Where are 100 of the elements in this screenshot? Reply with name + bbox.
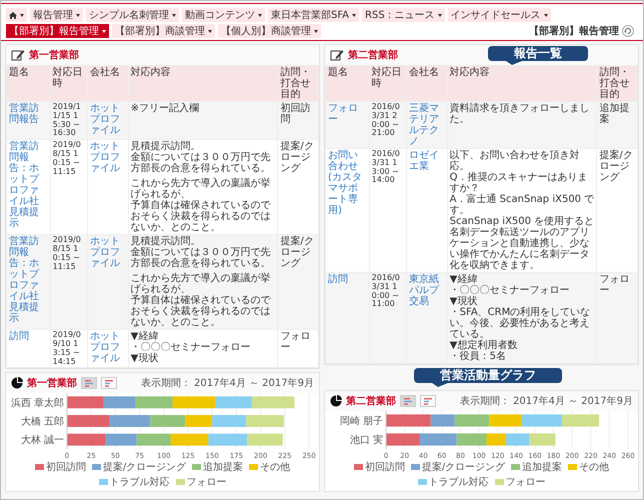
column-header: 題名 — [326, 66, 370, 102]
caret-icon — [544, 14, 548, 16]
bar-segment — [488, 414, 522, 427]
caret-icon — [314, 30, 318, 32]
company-link[interactable]: 三菱マテリアルテクノ — [406, 102, 448, 148]
home-tab[interactable] — [6, 8, 27, 22]
bar-segment — [66, 415, 110, 428]
legend-label: トラブル対応 — [428, 476, 488, 489]
note-pencil-icon — [330, 49, 344, 61]
axis-label: 池口 実 — [349, 435, 382, 446]
bar-segment — [66, 396, 104, 409]
pie-icon — [11, 377, 23, 390]
subject-link[interactable]: お問い合わせ(カスタマサポート専用) — [326, 148, 370, 272]
column-header: 訪問・打合せ目的 — [596, 66, 638, 102]
bar-segment — [170, 434, 208, 446]
menu-tab[interactable]: RSS：ニュース — [362, 8, 445, 22]
legend-label: 初回訪問 — [364, 460, 405, 474]
bar-segment — [506, 433, 529, 446]
legend-label: 追加提案 — [203, 460, 244, 474]
bar-segment — [135, 396, 172, 409]
circle-arrow-icon[interactable] — [622, 25, 634, 37]
subject-link[interactable]: 営業訪問報告：ホットプロファイル社見積提示 — [6, 140, 50, 235]
menu-tab[interactable]: インサイドセールス — [448, 8, 551, 22]
axis-label: 浜西 章太郎 — [10, 398, 64, 410]
legend-label: 提案/クロージング — [102, 460, 186, 474]
menu-tab[interactable]: 動画コンテンツ — [182, 8, 265, 22]
content-cell: ▼経緯 ・〇〇〇セミナーフォロー ▼現状 — [128, 330, 278, 368]
bar-segment — [251, 396, 294, 409]
column-header: 対応日時 — [50, 66, 88, 102]
bar-segment — [66, 434, 106, 446]
bar-chart-icon — [104, 380, 114, 387]
purpose-cell: フォロー — [278, 330, 318, 368]
company-link[interactable]: 東京紙パルプ交易 — [406, 272, 448, 364]
bar-segment — [150, 415, 185, 428]
subject-link[interactable]: フォロー — [326, 102, 370, 148]
bar-chart-icon — [84, 380, 94, 387]
caret-icon — [352, 14, 356, 16]
content-cell: ▼経緯 ・〇〇〇セミナーフォロー ▼現状 ・SFA、CRMの利用をしていない。今後、必要性があると考えている。 ▼想定利用者数 ・役員：5名 — [447, 272, 597, 364]
legend-label: フォロー — [186, 476, 226, 490]
date-cell: 2016/03/31 10:00 ~ 11:00 — [369, 272, 407, 364]
caret-icon — [102, 30, 106, 32]
panel-title: 第一営業部 — [27, 376, 77, 390]
menu-tab[interactable]: 東日本営業部SFA — [268, 8, 360, 22]
period-label: 表示期間： 2017年4月 ～ 2017年9月 — [460, 394, 633, 408]
menu-tab[interactable]: 【部署別】報告管理 — [6, 24, 109, 38]
legend-label: 提案/クロージング — [422, 460, 506, 474]
column-header: 対応内容 — [128, 66, 278, 102]
chart-view-button[interactable] — [400, 395, 416, 407]
bar-chart-icon — [404, 398, 412, 404]
panel-title: 第二営業部 — [346, 394, 396, 408]
content-cell: 資料請求を頂きフォローしました。 — [447, 102, 597, 148]
bar-segment — [105, 434, 136, 446]
axis-label: 岡崎 朋子 — [339, 416, 382, 427]
period-label: 表示期間： 2017年4月 ～ 2017年9月 — [140, 376, 314, 390]
column-header: 会社名 — [88, 66, 128, 102]
company-link[interactable]: ホットプロファイル — [88, 102, 128, 140]
caret-icon — [258, 14, 262, 16]
date-cell: 2019/08/15 10:15 ~ 11:15 — [50, 234, 88, 330]
bar-segment — [184, 415, 212, 428]
column-header: 対応内容 — [447, 66, 597, 102]
menu-tab[interactable]: 報告管理 — [30, 8, 83, 22]
menu-tab[interactable]: 【部署別】商談管理 — [112, 24, 215, 38]
purpose-cell: 初回訪問 — [278, 102, 318, 140]
menu-tab[interactable]: 【個人別】商談管理 — [218, 24, 321, 38]
subject-link[interactable]: 訪問 — [6, 330, 50, 368]
bar-segment — [454, 414, 489, 427]
bar-segment — [212, 415, 246, 428]
column-header: 訪問・打合せ目的 — [278, 66, 318, 102]
legend-label: 初回訪問 — [46, 460, 86, 474]
legend-label: その他 — [579, 461, 610, 474]
subject-link[interactable]: 営業訪問報告 — [6, 102, 50, 140]
chart-view-button[interactable] — [420, 395, 436, 407]
chart-view-button[interactable] — [101, 377, 117, 390]
bar-segment — [136, 434, 170, 446]
bar-segment — [528, 433, 555, 446]
axis-label: 大橋 五郎 — [20, 416, 64, 428]
subject-link[interactable]: 営業訪問報告：ホットプロファイル社見積提示 — [6, 234, 50, 330]
panel-title: 第二営業部 — [348, 48, 398, 62]
company-link[interactable]: ホットプロファイル — [88, 330, 128, 368]
panel-title: 第一営業部 — [29, 48, 79, 62]
content-cell: 見積提示訪問。 金額については３００万円で先方部長の合意を得られている。 これから先方で導入の稟議が挙げられるが、 予算自体は確保されているのでおそらく決裁を得られるのではないか、とのこと。 — [128, 234, 278, 330]
caret-icon — [76, 14, 80, 16]
bar-segment — [103, 396, 136, 409]
legend-label: フォロー — [506, 476, 546, 489]
bar-chart-icon — [424, 398, 432, 404]
menu-tab[interactable]: シンプル名刺管理 — [86, 8, 179, 22]
legend-label: その他 — [260, 461, 290, 474]
callout: 営業活動量グラフ — [414, 368, 562, 387]
date-cell: 2019/11/15 15:30 ~ 16:30 — [50, 102, 88, 140]
purpose-cell: 追加提案 — [596, 102, 638, 148]
purpose-cell: フォロー — [596, 272, 638, 364]
subject-link[interactable]: 訪問 — [326, 272, 370, 364]
column-header: 会社名 — [406, 66, 448, 102]
column-header: 対応日時 — [369, 66, 407, 102]
pie-icon — [330, 395, 342, 407]
company-link[interactable]: ホットプロファイル — [88, 234, 128, 330]
bar-segment — [246, 415, 284, 428]
chart-view-button[interactable] — [81, 377, 97, 390]
caret-icon — [208, 30, 212, 32]
bar-segment — [561, 414, 599, 427]
